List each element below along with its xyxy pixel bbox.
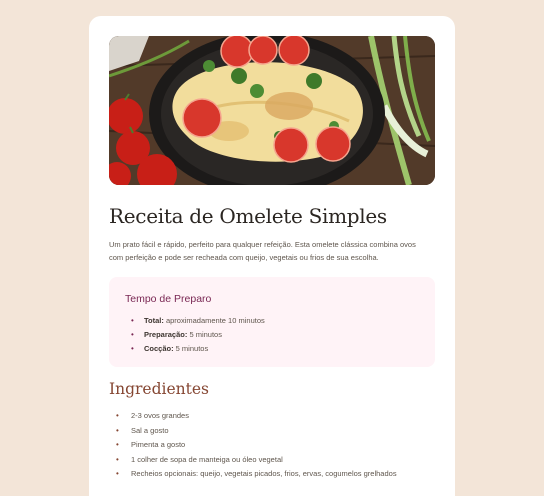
prep-item-value: aproximadamente 10 minutos: [163, 316, 265, 325]
prep-item-label: Preparação:: [144, 330, 188, 339]
prep-list: Total: aproximadamente 10 minutos Prepar…: [125, 314, 265, 356]
prep-item-total: Total: aproximadamente 10 minutos: [125, 314, 265, 328]
prep-item-value: 5 minutos: [187, 330, 222, 339]
ingredient-item: 2-3 ovos grandes: [109, 409, 397, 424]
prep-time-box: Tempo de Preparo Total: aproximadamente …: [109, 277, 435, 367]
prep-item-cooking: Cocção: 5 minutos: [125, 342, 265, 356]
ingredients-heading: Ingredientes: [109, 380, 210, 398]
prep-item-value: 5 minutos: [173, 344, 209, 353]
prep-item-label: Total:: [144, 316, 164, 325]
ingredients-list: 2-3 ovos grandes Sal a gosto Pimenta a g…: [109, 409, 397, 482]
ingredient-item: Sal a gosto: [109, 424, 397, 439]
ingredient-item: 1 colher de sopa de manteiga ou óleo veg…: [109, 453, 397, 468]
recipe-title: Receita de Omelete Simples: [109, 204, 387, 228]
recipe-intro: Um prato fácil e rápido, perfeito para q…: [109, 240, 416, 262]
omelette-photo: [109, 36, 435, 185]
prep-item-preparation: Preparação: 5 minutos: [125, 328, 265, 342]
ingredient-item: Pimenta a gosto: [109, 438, 397, 453]
recipe-card: Receita de Omelete Simples Um prato fáci…: [89, 16, 455, 496]
ingredient-item: Recheios opcionais: queijo, vegetais pic…: [109, 467, 397, 482]
prep-heading: Tempo de Preparo: [125, 293, 212, 305]
prep-item-label: Cocção:: [144, 344, 174, 353]
